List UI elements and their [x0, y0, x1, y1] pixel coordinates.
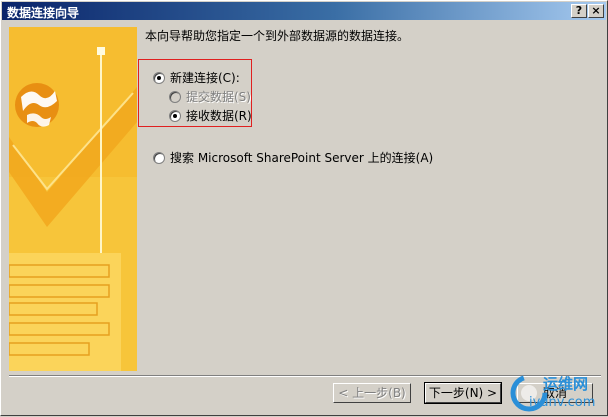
wizard-side-graphic: [9, 27, 137, 371]
option-search-sharepoint[interactable]: 搜索 Microsoft SharePoint Server 上的连接(A): [153, 149, 433, 166]
window-title: 数据连接向导: [7, 6, 80, 20]
intro-text: 本向导帮助您指定一个到外部数据源的数据连接。: [145, 29, 410, 43]
back-button[interactable]: < 上一步(B): [333, 383, 411, 403]
title-bar[interactable]: 数据连接向导 ? ×: [2, 2, 606, 20]
help-button[interactable]: ?: [571, 4, 587, 18]
search-sharepoint-radio[interactable]: [153, 151, 165, 164]
next-button[interactable]: 下一步(N) >: [424, 382, 502, 404]
watermark-url: iyunv.com: [529, 395, 596, 410]
close-button[interactable]: ×: [588, 4, 604, 18]
watermark-logo: 运维网 iyunv.com: [509, 371, 608, 417]
watermark-text: 运维网: [543, 375, 589, 393]
search-sharepoint-label: 搜索 Microsoft SharePoint Server 上的连接(A): [170, 151, 434, 165]
highlight-box: [138, 59, 252, 127]
wizard-window: 数据连接向导 ? × 本向导帮助您指定一个到外部数据源的数据连接。 新建连接(C…: [0, 0, 608, 416]
